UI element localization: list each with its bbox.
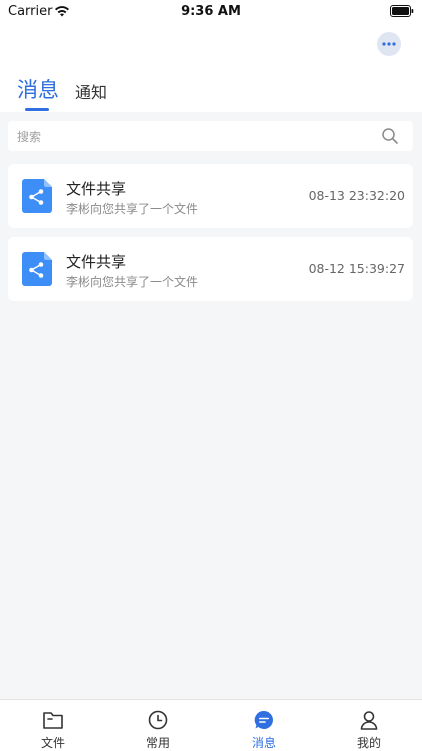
folder-icon xyxy=(43,712,63,729)
share-file-icon xyxy=(22,179,52,213)
message-subtitle: 李彬向您共享了一个文件 xyxy=(66,275,199,289)
user-icon xyxy=(360,711,378,730)
message-item[interactable]: 文件共享 李彬向您共享了一个文件 08-13 23:32:20 xyxy=(8,164,413,228)
tabbar-item-frequent[interactable]: 常用 xyxy=(105,700,211,751)
tabbar-label-mine: 我的 xyxy=(356,736,381,750)
tab-notices[interactable]: 通知 xyxy=(75,79,107,103)
tabbar-label-messages: 消息 xyxy=(251,736,276,750)
tab-indicator xyxy=(25,108,49,111)
tabbar-item-files[interactable]: 文件 xyxy=(0,700,106,751)
search-input[interactable]: 搜索 xyxy=(8,121,413,151)
more-icon xyxy=(382,42,396,46)
message-time: 08-13 23:32:20 xyxy=(308,188,405,203)
message-title: 文件共享 xyxy=(66,180,127,198)
battery-icon xyxy=(390,5,414,17)
header: 消息 通知 xyxy=(0,24,422,112)
more-button[interactable] xyxy=(377,32,401,56)
status-time: 9:36 AM xyxy=(181,4,241,19)
message-icon xyxy=(254,710,273,729)
tabbar-label-files: 文件 xyxy=(40,736,65,750)
message-item[interactable]: 文件共享 李彬向您共享了一个文件 08-12 15:39:27 xyxy=(8,237,413,301)
search-placeholder: 搜索 xyxy=(17,130,42,144)
tab-bar: 文件 常用 消息 我的 xyxy=(0,699,422,751)
tabbar-item-messages[interactable]: 消息 xyxy=(211,700,317,751)
message-subtitle: 李彬向您共享了一个文件 xyxy=(66,202,199,216)
status-bar: Carrier 9:36 AM xyxy=(0,0,422,24)
tab-messages[interactable]: 消息 xyxy=(17,74,59,104)
search-icon[interactable] xyxy=(381,127,399,145)
clock-icon xyxy=(148,710,168,730)
tabbar-item-mine[interactable]: 我的 xyxy=(316,700,422,751)
tabbar-label-frequent: 常用 xyxy=(145,736,170,750)
share-file-icon xyxy=(22,252,52,286)
message-time: 08-12 15:39:27 xyxy=(308,261,405,276)
message-title: 文件共享 xyxy=(66,253,127,271)
